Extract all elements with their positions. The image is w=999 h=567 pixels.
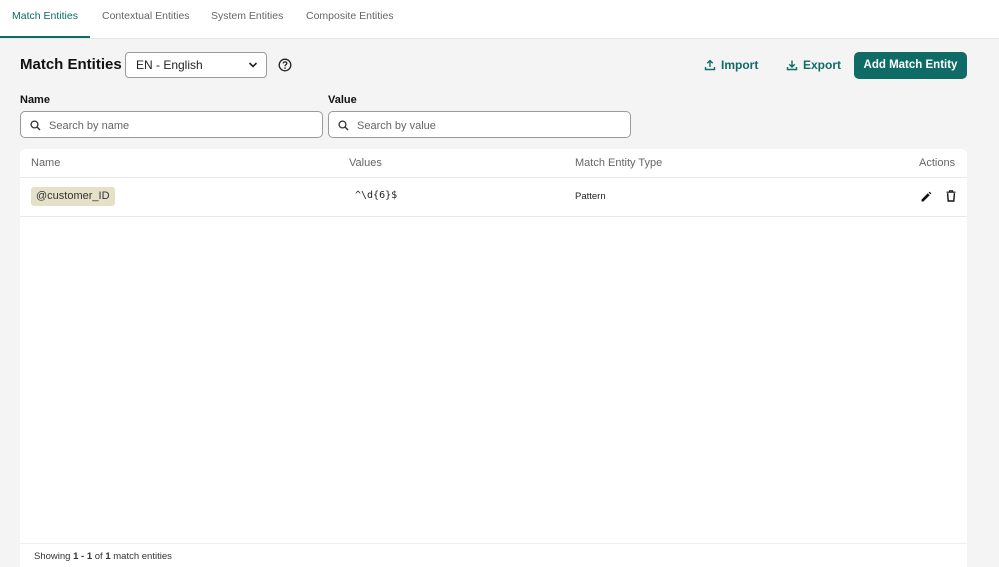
import-button[interactable]: Import: [704, 52, 762, 78]
summary-of: of: [94, 551, 103, 562]
search-icon: [338, 120, 349, 131]
language-select[interactable]: EN - English: [125, 52, 267, 78]
export-label: Export: [803, 58, 842, 72]
chevron-down-icon: [248, 62, 258, 68]
summary-total: 1: [105, 551, 111, 562]
export-button[interactable]: Export: [786, 52, 842, 78]
column-header-actions: Actions: [919, 157, 956, 169]
tab-composite-entities[interactable]: Composite Entities: [306, 0, 394, 38]
name-filter-label: Name: [20, 94, 50, 106]
entity-values-cell: ^\d{6}$: [355, 190, 398, 201]
name-search-input[interactable]: [47, 116, 316, 135]
entity-tab-bar: Match Entities Contextual Entities Syste…: [0, 0, 999, 39]
add-match-entity-button[interactable]: Add Match Entity: [854, 52, 967, 79]
value-filter-label: Value: [328, 94, 357, 106]
column-header-values[interactable]: Values: [349, 157, 382, 169]
name-search-field[interactable]: [20, 111, 323, 138]
trash-icon[interactable]: [946, 190, 956, 202]
search-icon: [30, 120, 41, 131]
table-row[interactable]: @customer_ID ^\d{6}$ Pattern: [20, 178, 967, 217]
value-search-input[interactable]: [355, 116, 624, 135]
column-header-type[interactable]: Match Entity Type: [575, 157, 662, 169]
entity-name-chip[interactable]: @customer_ID: [31, 187, 115, 206]
help-circle-icon[interactable]: [278, 58, 292, 72]
match-entities-table: Name Values Match Entity Type Actions @c…: [20, 149, 967, 567]
tab-system-entities[interactable]: System Entities: [211, 0, 283, 38]
column-header-name[interactable]: Name: [31, 157, 60, 169]
pagination-summary: Showing 1 - 1 of 1 match entities: [34, 551, 172, 562]
summary-range: 1 - 1: [73, 551, 93, 562]
import-label: Import: [721, 58, 759, 72]
entity-type-cell: Pattern: [575, 191, 606, 202]
tab-match-entities[interactable]: Match Entities: [0, 0, 90, 38]
upload-icon: [704, 59, 716, 71]
language-select-value: EN - English: [136, 58, 203, 72]
value-search-field[interactable]: [328, 111, 631, 138]
summary-suffix: match entities: [113, 551, 172, 562]
pencil-icon[interactable]: [920, 191, 932, 203]
download-icon: [786, 60, 798, 71]
page-title: Match Entities: [20, 56, 122, 73]
tab-contextual-entities[interactable]: Contextual Entities: [102, 0, 190, 38]
summary-prefix: Showing: [34, 551, 71, 562]
footer-divider: [20, 543, 967, 544]
